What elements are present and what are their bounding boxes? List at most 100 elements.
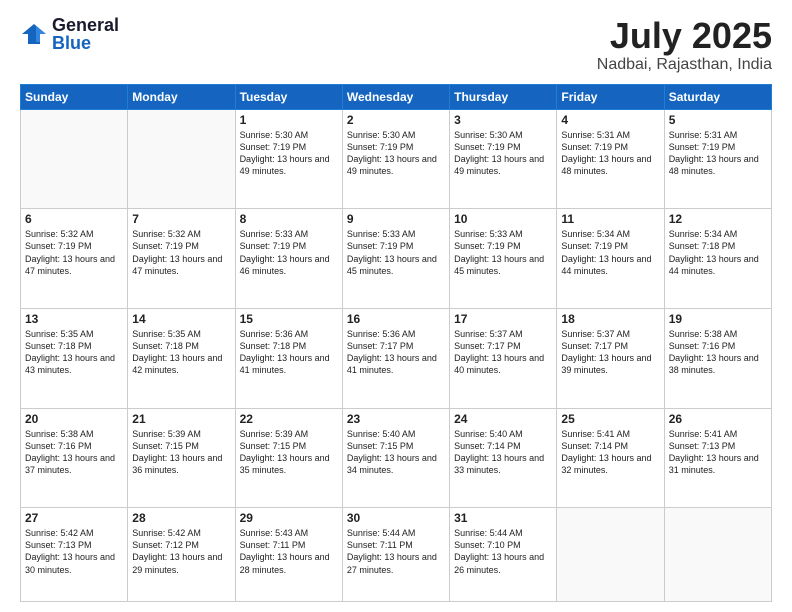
month-title: July 2025 [597,16,772,56]
day-number: 27 [25,511,123,525]
calendar-cell: 14Sunrise: 5:35 AM Sunset: 7:18 PM Dayli… [128,308,235,408]
calendar-cell: 17 Sunrise: 5:37 AM Sunset: 7:17 PM Dayli… [450,308,557,408]
day-number: 22 [240,412,338,426]
calendar-cell: 12Sunrise: 5:34 AM Sunset: 7:18 PM Dayli… [664,209,771,309]
page: General Blue July 2025 Nadbai, Rajasthan… [0,0,792,612]
day-info: Sunrise: 5:41 AM Sunset: 7:14 PM Dayligh… [561,428,659,477]
day-number: 29 [240,511,338,525]
calendar-week-row: 6 Sunrise: 5:32 AM Sunset: 7:19 PM Daylig… [21,209,772,309]
calendar-cell: 18 Sunrise: 5:37 AM Sunset: 7:17 PM Dayli… [557,308,664,408]
day-info: Sunrise: 5:35 AM Sunset: 7:18 PM Dayligh… [25,328,123,377]
calendar-cell [128,109,235,209]
calendar-cell: 4 Sunrise: 5:31 AM Sunset: 7:19 PM Daylig… [557,109,664,209]
calendar-table: SundayMondayTuesdayWednesdayThursdayFrid… [20,84,772,602]
calendar-week-row: 1Sunrise: 5:30 AM Sunset: 7:19 PM Daylig… [21,109,772,209]
day-number: 18 [561,312,659,326]
calendar-cell: 15 Sunrise: 5:36 AM Sunset: 7:18 PM Dayli… [235,308,342,408]
day-number: 19 [669,312,767,326]
day-info: Sunrise: 5:39 AM Sunset: 7:15 PM Dayligh… [132,428,230,477]
calendar-cell [557,508,664,602]
day-info: Sunrise: 5:35 AM Sunset: 7:18 PM Dayligh… [132,328,230,377]
day-info: Sunrise: 5:33 AM Sunset: 7:19 PM Dayligh… [347,228,445,277]
day-info: Sunrise: 5:36 AM Sunset: 7:17 PM Dayligh… [347,328,445,377]
calendar-header-thursday: Thursday [450,84,557,109]
day-number: 12 [669,212,767,226]
day-info: Sunrise: 5:37 AM Sunset: 7:17 PM Dayligh… [561,328,659,377]
calendar-header-saturday: Saturday [664,84,771,109]
day-number: 23 [347,412,445,426]
day-number: 24 [454,412,552,426]
calendar-cell: 19 Sunrise: 5:38 AM Sunset: 7:16 PM Dayli… [664,308,771,408]
day-info: Sunrise: 5:40 AM Sunset: 7:14 PM Dayligh… [454,428,552,477]
calendar-cell: 2Sunrise: 5:30 AM Sunset: 7:19 PM Daylig… [342,109,449,209]
day-info: Sunrise: 5:40 AM Sunset: 7:15 PM Dayligh… [347,428,445,477]
day-number: 11 [561,212,659,226]
day-info: Sunrise: 5:31 AM Sunset: 7:19 PM Dayligh… [669,129,767,178]
calendar-cell: 16 Sunrise: 5:36 AM Sunset: 7:17 PM Dayli… [342,308,449,408]
day-info: Sunrise: 5:30 AM Sunset: 7:19 PM Dayligh… [347,129,445,178]
calendar-header-wednesday: Wednesday [342,84,449,109]
calendar-cell: 27 Sunrise: 5:42 AM Sunset: 7:13 PM Dayli… [21,508,128,602]
day-number: 16 [347,312,445,326]
day-number: 4 [561,113,659,127]
calendar-cell: 28 Sunrise: 5:42 AM Sunset: 7:12 PM Dayli… [128,508,235,602]
day-number: 13 [25,312,123,326]
logo: General Blue [20,16,119,52]
day-info: Sunrise: 5:30 AM Sunset: 7:19 PM Dayligh… [454,129,552,178]
calendar-cell: 8 Sunrise: 5:33 AM Sunset: 7:19 PM Daylig… [235,209,342,309]
day-info: Sunrise: 5:41 AM Sunset: 7:13 PM Dayligh… [669,428,767,477]
calendar-week-row: 13 Sunrise: 5:35 AM Sunset: 7:18 PM Dayli… [21,308,772,408]
day-number: 28 [132,511,230,525]
calendar-cell: 29 Sunrise: 5:43 AM Sunset: 7:11 PM Dayli… [235,508,342,602]
calendar-cell: 30Sunrise: 5:44 AM Sunset: 7:11 PM Dayli… [342,508,449,602]
calendar-cell: 3Sunrise: 5:30 AM Sunset: 7:19 PM Daylig… [450,109,557,209]
calendar-header-monday: Monday [128,84,235,109]
calendar-header-row: SundayMondayTuesdayWednesdayThursdayFrid… [21,84,772,109]
day-info: Sunrise: 5:39 AM Sunset: 7:15 PM Dayligh… [240,428,338,477]
day-info: Sunrise: 5:30 AM Sunset: 7:19 PM Dayligh… [240,129,338,178]
day-info: Sunrise: 5:33 AM Sunset: 7:19 PM Dayligh… [454,228,552,277]
day-info: Sunrise: 5:32 AM Sunset: 7:19 PM Dayligh… [25,228,123,277]
calendar-cell: 23 Sunrise: 5:40 AM Sunset: 7:15 PM Dayli… [342,408,449,508]
day-number: 25 [561,412,659,426]
logo-general: General [52,16,119,34]
calendar-header-sunday: Sunday [21,84,128,109]
calendar-cell: 10 Sunrise: 5:33 AM Sunset: 7:19 PM Dayli… [450,209,557,309]
calendar-cell: 25 Sunrise: 5:41 AM Sunset: 7:14 PM Dayli… [557,408,664,508]
calendar-week-row: 27 Sunrise: 5:42 AM Sunset: 7:13 PM Dayli… [21,508,772,602]
calendar-cell: 21 Sunrise: 5:39 AM Sunset: 7:15 PM Dayli… [128,408,235,508]
day-info: Sunrise: 5:42 AM Sunset: 7:13 PM Dayligh… [25,527,123,576]
day-info: Sunrise: 5:34 AM Sunset: 7:19 PM Dayligh… [561,228,659,277]
day-info: Sunrise: 5:36 AM Sunset: 7:18 PM Dayligh… [240,328,338,377]
day-number: 21 [132,412,230,426]
calendar-cell: 24 Sunrise: 5:40 AM Sunset: 7:14 PM Dayli… [450,408,557,508]
title-block: July 2025 Nadbai, Rajasthan, India [597,16,772,74]
calendar-header-tuesday: Tuesday [235,84,342,109]
day-info: Sunrise: 5:38 AM Sunset: 7:16 PM Dayligh… [25,428,123,477]
day-info: Sunrise: 5:33 AM Sunset: 7:19 PM Dayligh… [240,228,338,277]
day-number: 6 [25,212,123,226]
day-number: 31 [454,511,552,525]
calendar-cell: 1Sunrise: 5:30 AM Sunset: 7:19 PM Daylig… [235,109,342,209]
day-info: Sunrise: 5:37 AM Sunset: 7:17 PM Dayligh… [454,328,552,377]
day-info: Sunrise: 5:42 AM Sunset: 7:12 PM Dayligh… [132,527,230,576]
day-number: 15 [240,312,338,326]
day-number: 7 [132,212,230,226]
location: Nadbai, Rajasthan, India [597,56,772,74]
calendar-cell: 6 Sunrise: 5:32 AM Sunset: 7:19 PM Daylig… [21,209,128,309]
logo-blue: Blue [52,34,119,52]
day-number: 17 [454,312,552,326]
logo-text: General Blue [52,16,119,52]
day-number: 10 [454,212,552,226]
day-info: Sunrise: 5:38 AM Sunset: 7:16 PM Dayligh… [669,328,767,377]
day-info: Sunrise: 5:43 AM Sunset: 7:11 PM Dayligh… [240,527,338,576]
day-number: 26 [669,412,767,426]
day-number: 20 [25,412,123,426]
day-info: Sunrise: 5:31 AM Sunset: 7:19 PM Dayligh… [561,129,659,178]
calendar-cell: 5Sunrise: 5:31 AM Sunset: 7:19 PM Daylig… [664,109,771,209]
calendar-cell: 31Sunrise: 5:44 AM Sunset: 7:10 PM Dayli… [450,508,557,602]
calendar-cell: 20 Sunrise: 5:38 AM Sunset: 7:16 PM Dayli… [21,408,128,508]
calendar-cell: 11 Sunrise: 5:34 AM Sunset: 7:19 PM Dayli… [557,209,664,309]
calendar-header-friday: Friday [557,84,664,109]
day-number: 8 [240,212,338,226]
